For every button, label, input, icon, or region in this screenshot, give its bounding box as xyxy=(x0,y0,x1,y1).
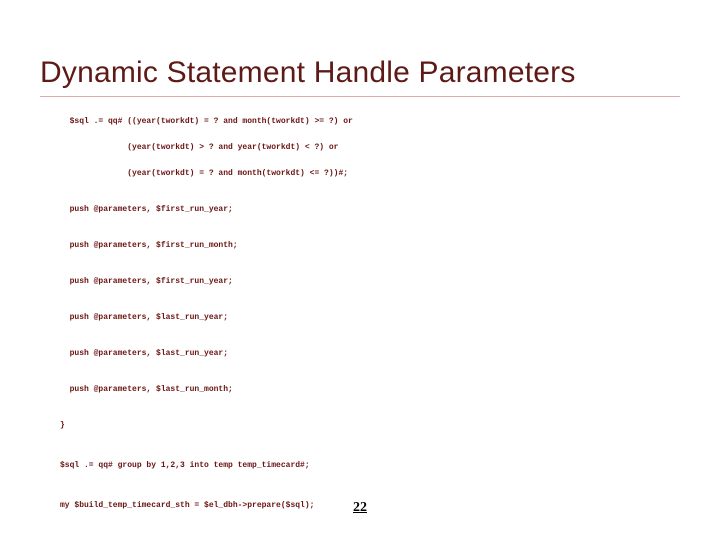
code-line: push @parameters, $last_run_year; xyxy=(60,349,228,358)
page-number: 22 xyxy=(0,500,720,516)
code-block: $sql .= qq# ((year(tworkdt) = ? and mont… xyxy=(60,110,670,540)
code-line: $sql .= qq# ((year(tworkdt) = ? and mont… xyxy=(60,117,353,126)
code-line: push @parameters, $first_run_month; xyxy=(60,241,238,250)
code-line: $sql .= qq# group by 1,2,3 into temp tem… xyxy=(60,461,310,470)
code-line: push @parameters, $last_run_year; xyxy=(60,313,228,322)
code-line: (year(tworkdt) = ? and month(tworkdt) <=… xyxy=(60,169,348,178)
code-line: (year(tworkdt) > ? and year(tworkdt) < ?… xyxy=(60,143,338,152)
code-line: push @parameters, $first_run_year; xyxy=(60,205,233,214)
title-divider xyxy=(40,96,680,97)
code-line: } xyxy=(60,421,65,430)
code-line: push @parameters, $first_run_year; xyxy=(60,277,233,286)
slide: Dynamic Statement Handle Parameters $sql… xyxy=(0,0,720,540)
slide-title: Dynamic Statement Handle Parameters xyxy=(40,56,576,90)
code-line: push @parameters, $last_run_month; xyxy=(60,385,233,394)
